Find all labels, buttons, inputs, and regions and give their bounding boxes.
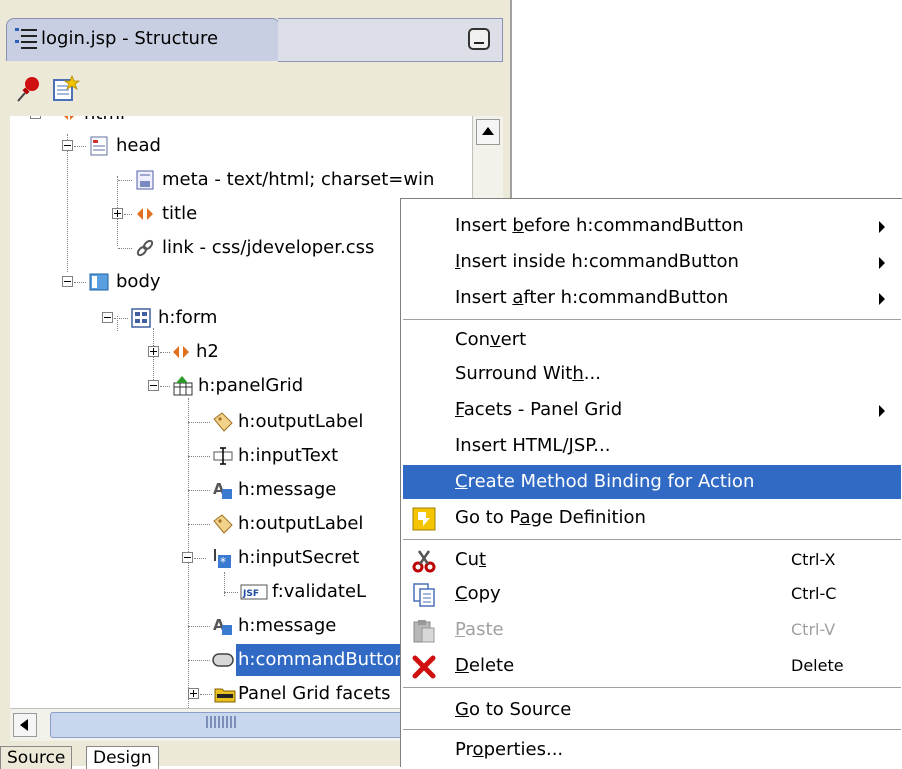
- html-tag-icon: [64, 116, 74, 120]
- delete-x-icon: [412, 655, 436, 679]
- shortcut-label: Ctrl-V: [791, 620, 836, 639]
- context-menu: Insert before h:commandButton Insert ins…: [400, 198, 902, 767]
- submenu-arrow-icon: [879, 221, 885, 233]
- menu-create-method-binding[interactable]: Create Method Binding for Action: [403, 465, 901, 499]
- folder-icon: [214, 688, 236, 703]
- menu-go-to-source[interactable]: Go to Source: [403, 693, 901, 727]
- paste-icon: [413, 620, 435, 643]
- shortcut-label: Ctrl-C: [791, 584, 837, 603]
- menu-separator: [403, 687, 901, 688]
- panel-grid-icon: [173, 376, 193, 396]
- label-tag-icon: [213, 412, 233, 432]
- submenu-arrow-icon: [879, 293, 885, 305]
- menu-insert-after[interactable]: Insert after h:commandButton: [403, 281, 901, 315]
- menu-surround-with[interactable]: Surround With...: [403, 357, 901, 391]
- message-icon: A: [213, 616, 232, 635]
- secret-input-icon: *: [214, 549, 231, 569]
- menu-separator: [403, 319, 901, 320]
- menu-insert-inside[interactable]: Insert inside h:commandButton: [403, 245, 901, 279]
- tag-icon: [137, 208, 153, 220]
- menu-delete[interactable]: Delete Delete: [403, 649, 901, 683]
- menu-copy[interactable]: Copy Ctrl-C: [403, 577, 901, 611]
- shortcut-label: Delete: [791, 656, 844, 675]
- link-icon: [136, 239, 154, 257]
- command-button-icon: [212, 653, 234, 667]
- tag-icon: [173, 346, 189, 358]
- menu-properties[interactable]: Properties...: [403, 733, 901, 767]
- panel-title: login.jsp - Structure: [41, 28, 219, 49]
- text-cursor-icon: [213, 447, 233, 465]
- jsf-icon: JSF: [240, 584, 268, 600]
- copy-icon: [413, 583, 435, 607]
- submenu-arrow-icon: [879, 257, 885, 269]
- scroll-up-button[interactable]: [476, 119, 500, 145]
- menu-go-to-page-definition[interactable]: Go to Page Definition: [403, 501, 901, 535]
- menu-separator: [403, 729, 901, 730]
- message-icon: A: [213, 480, 232, 499]
- page-definition-icon: [412, 507, 436, 531]
- structure-title-tab[interactable]: login.jsp - Structure: [6, 18, 280, 61]
- submenu-arrow-icon: [879, 405, 885, 417]
- scroll-left-button[interactable]: [13, 713, 37, 737]
- svg-text:JSF: JSF: [242, 589, 259, 599]
- menu-facets[interactable]: Facets - Panel Grid: [403, 393, 901, 427]
- menu-separator: [403, 539, 901, 540]
- form-icon: [131, 308, 151, 328]
- pin-icon[interactable]: [14, 74, 44, 104]
- svg-text:*: *: [220, 555, 226, 569]
- menu-cut[interactable]: Cut Ctrl-X: [403, 543, 901, 577]
- minimize-button[interactable]: [468, 28, 490, 50]
- scissors-icon: [412, 550, 436, 573]
- scroll-grip: [206, 716, 236, 728]
- head-icon: [90, 136, 108, 156]
- body-icon: [89, 273, 109, 291]
- menu-insert-html-jsp[interactable]: Insert HTML/JSP...: [403, 429, 901, 463]
- meta-icon: [136, 170, 154, 190]
- menu-paste[interactable]: Paste Ctrl-V: [403, 613, 901, 647]
- menu-convert[interactable]: Convert: [403, 323, 901, 357]
- label-tag-icon: [213, 514, 233, 534]
- shortcut-label: Ctrl-X: [791, 550, 836, 569]
- structure-icon: [15, 28, 37, 49]
- menu-insert-before[interactable]: Insert before h:commandButton: [403, 209, 901, 243]
- new-view-icon[interactable]: [50, 74, 80, 104]
